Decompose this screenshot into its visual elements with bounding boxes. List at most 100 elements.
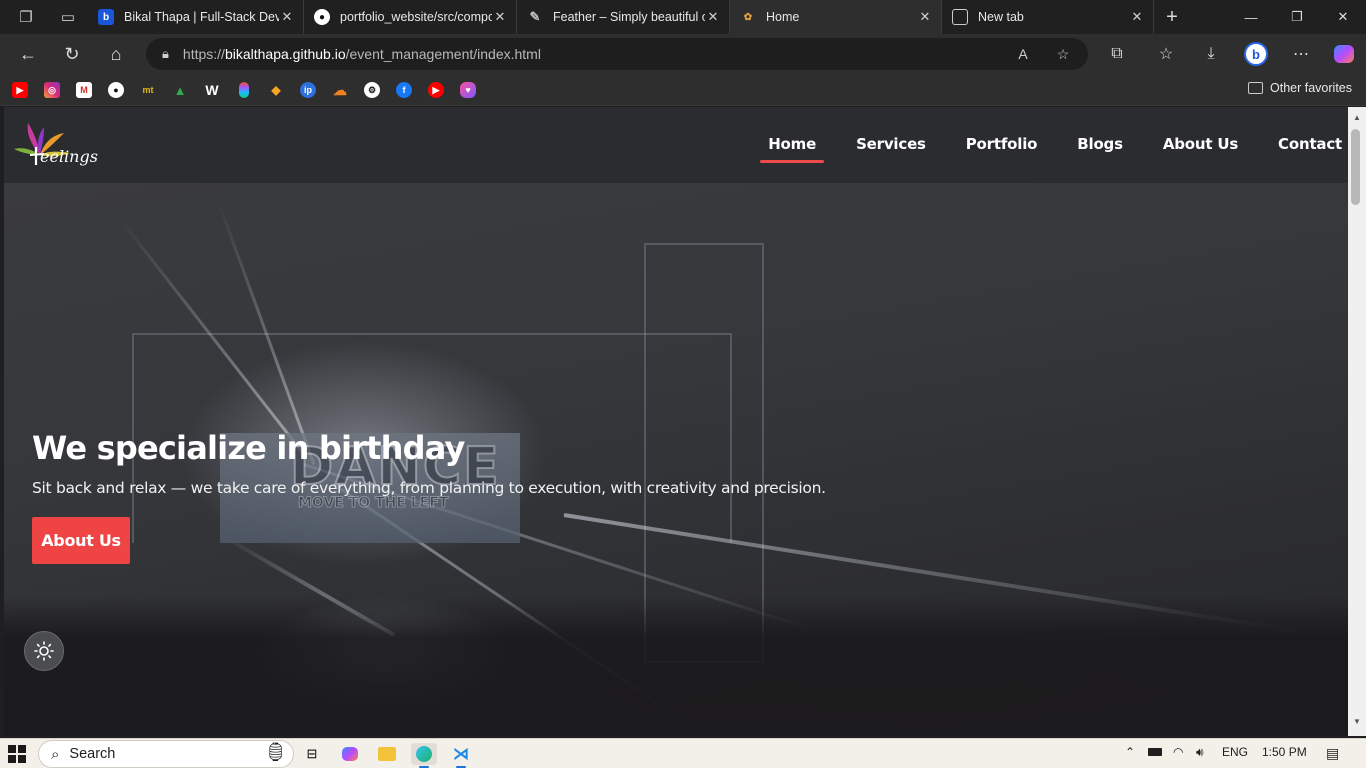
gmail-icon[interactable]: M	[76, 82, 92, 98]
nav-contact[interactable]: Contact	[1278, 135, 1342, 163]
cloudflare-icon[interactable]: ☁	[332, 82, 348, 98]
other-favorites-label: Other favorites	[1270, 81, 1352, 95]
close-icon[interactable]: ✕	[705, 9, 721, 25]
search-icon: ⌕	[51, 745, 60, 763]
github-icon: ●	[314, 9, 330, 25]
browser-tab[interactable]: New tab ✕	[942, 0, 1154, 34]
openai-icon[interactable]: ⚙	[364, 82, 380, 98]
browser-tab-bar: ❐ ▭ b Bikal Thapa | Full-Stack Deve ✕ ● …	[0, 0, 1366, 34]
sun-icon	[34, 641, 54, 661]
browser-toolbar: ← ↻ ⌂ 🔒︎ https://bikalthapa.github.io/ev…	[0, 34, 1366, 74]
extensions-icon[interactable]: ⧉	[1102, 40, 1132, 68]
favorite-star-icon[interactable]: ☆	[1048, 38, 1078, 70]
show-hidden-icons[interactable]: ⌃	[1125, 745, 1135, 759]
battery-icon[interactable]	[1148, 745, 1162, 759]
close-icon[interactable]: ✕	[1129, 9, 1145, 25]
nav-about-us[interactable]: About Us	[1163, 135, 1238, 163]
close-icon[interactable]: ✕	[279, 9, 295, 25]
url-scheme: https://	[182, 46, 225, 62]
page-scrollbar[interactable]: ▲ ▼	[1348, 107, 1366, 736]
site-logo[interactable]: eelings	[14, 121, 114, 171]
hero-title: We specialize in birthday	[32, 429, 465, 467]
windows-start-icon[interactable]	[8, 745, 26, 763]
scroll-up-icon[interactable]: ▲	[1348, 109, 1366, 125]
monkeytype-icon[interactable]: mt	[140, 82, 156, 98]
app-icon[interactable]: ♥	[460, 82, 476, 98]
edge-taskbar-icon[interactable]	[411, 743, 437, 768]
window-close-icon[interactable]: ✕	[1320, 0, 1366, 34]
notifications-icon[interactable]: ▤	[1326, 745, 1339, 762]
task-view-icon[interactable]: ⊟	[299, 743, 325, 765]
instagram-icon[interactable]: ◎	[44, 82, 60, 98]
favorites-icon[interactable]: ☆	[1151, 40, 1181, 68]
wifi-icon[interactable]: ◠	[1173, 745, 1183, 759]
site-header: eelings Home Services Portfolio Blogs Ab…	[4, 107, 1348, 183]
copilot-icon[interactable]	[1329, 40, 1359, 68]
folder-icon	[1248, 82, 1264, 94]
windows-taskbar: ⌕ Search 🏮︎ ⊟ ⋊ ⌃ ◠ 🔊︎ ENG 1:50 PM ▤	[0, 738, 1366, 768]
file-explorer-icon[interactable]	[374, 743, 400, 765]
figma-icon[interactable]	[239, 82, 249, 98]
browser-tab-active[interactable]: ✿ Home ✕	[730, 0, 942, 34]
close-icon[interactable]: ✕	[917, 9, 933, 25]
address-bar[interactable]: 🔒︎ https://bikalthapa.github.io/event_ma…	[146, 38, 1088, 70]
facebook-icon[interactable]: f	[396, 82, 412, 98]
restore-icon[interactable]: ❐	[1274, 0, 1320, 34]
workspaces-icon[interactable]: ❐	[9, 0, 43, 34]
browser-tab[interactable]: ✎ Feather – Simply beautiful op ✕	[517, 0, 730, 34]
tab-title: Feather – Simply beautiful op	[553, 10, 705, 24]
youtube-icon[interactable]: ▶	[12, 82, 28, 98]
vertical-tabs-icon[interactable]: ▭	[51, 0, 85, 34]
scrollbar-thumb[interactable]	[1351, 129, 1360, 205]
wordpress-icon[interactable]: W	[204, 82, 220, 98]
nav-home[interactable]: Home	[760, 135, 824, 163]
crowd-silhouette	[4, 596, 1348, 736]
newtab-icon	[952, 9, 968, 25]
hero-subtitle: Sit back and relax — we take care of eve…	[32, 479, 826, 497]
codeforces-icon[interactable]: ◆	[268, 82, 284, 98]
back-icon[interactable]: ←	[13, 40, 43, 68]
github-icon[interactable]: ●	[108, 82, 124, 98]
volume-icon[interactable]: 🔊︎	[1196, 745, 1204, 760]
more-menu-icon[interactable]: ⋯	[1286, 40, 1316, 68]
clock[interactable]: 1:50 PM	[1262, 745, 1307, 759]
feather-icon: ✎	[529, 9, 541, 24]
google-drive-icon[interactable]: ▲	[172, 82, 188, 98]
taskbar-search-box[interactable]: ⌕ Search 🏮︎	[38, 740, 294, 768]
search-placeholder: Search	[69, 746, 116, 762]
search-highlight-icon: 🏮︎	[264, 742, 287, 762]
tab-title: Home	[766, 10, 800, 24]
youtube-music-icon[interactable]: ▶	[428, 82, 444, 98]
nav-portfolio[interactable]: Portfolio	[966, 135, 1038, 163]
downloads-icon[interactable]: ⤓	[1196, 40, 1226, 68]
about-us-button[interactable]: About Us	[32, 517, 130, 564]
language-indicator[interactable]: ENG	[1222, 745, 1248, 759]
app-icon[interactable]: ip	[300, 82, 316, 98]
browser-tab[interactable]: b Bikal Thapa | Full-Stack Deve ✕	[88, 0, 304, 34]
profile-icon[interactable]: b	[1241, 40, 1271, 68]
nav-blogs[interactable]: Blogs	[1077, 135, 1123, 163]
scroll-down-icon[interactable]: ▼	[1348, 713, 1366, 729]
copilot-taskbar-icon[interactable]	[337, 743, 363, 765]
page-viewport: DANCE MOVE TO THE LEFT eelings Home Serv…	[4, 107, 1348, 736]
url-host: bikalthapa.github.io	[224, 46, 346, 62]
main-nav: Home Services Portfolio Blogs About Us C…	[728, 135, 1342, 163]
theme-toggle-button[interactable]	[24, 631, 64, 671]
tab-title: Bikal Thapa | Full-Stack Deve	[124, 10, 279, 24]
close-icon[interactable]: ✕	[492, 9, 508, 25]
refresh-icon[interactable]: ↻	[57, 40, 87, 68]
minimize-icon[interactable]: —	[1228, 0, 1274, 34]
screen-text: MOVE TO THE LEFT	[297, 495, 449, 512]
vscode-taskbar-icon[interactable]: ⋊	[448, 743, 474, 768]
lock-icon[interactable]: 🔒︎	[162, 46, 169, 62]
new-tab-button[interactable]: +	[1155, 0, 1189, 34]
read-aloud-icon[interactable]: A	[1008, 38, 1038, 70]
b-icon: b	[98, 9, 114, 25]
tab-title: portfolio_website/src/compo	[340, 10, 492, 24]
home-icon[interactable]: ⌂	[101, 40, 131, 68]
nav-services[interactable]: Services	[856, 135, 926, 163]
other-favorites[interactable]: Other favorites	[1248, 81, 1352, 95]
browser-tab[interactable]: ● portfolio_website/src/compo ✕	[304, 0, 517, 34]
favorites-bar: ▶ ◎ M ● mt ▲ W ◆ ip ☁ ⚙ f ▶ ♥ Other favo…	[0, 74, 1366, 106]
logo-text: eelings	[40, 147, 98, 166]
